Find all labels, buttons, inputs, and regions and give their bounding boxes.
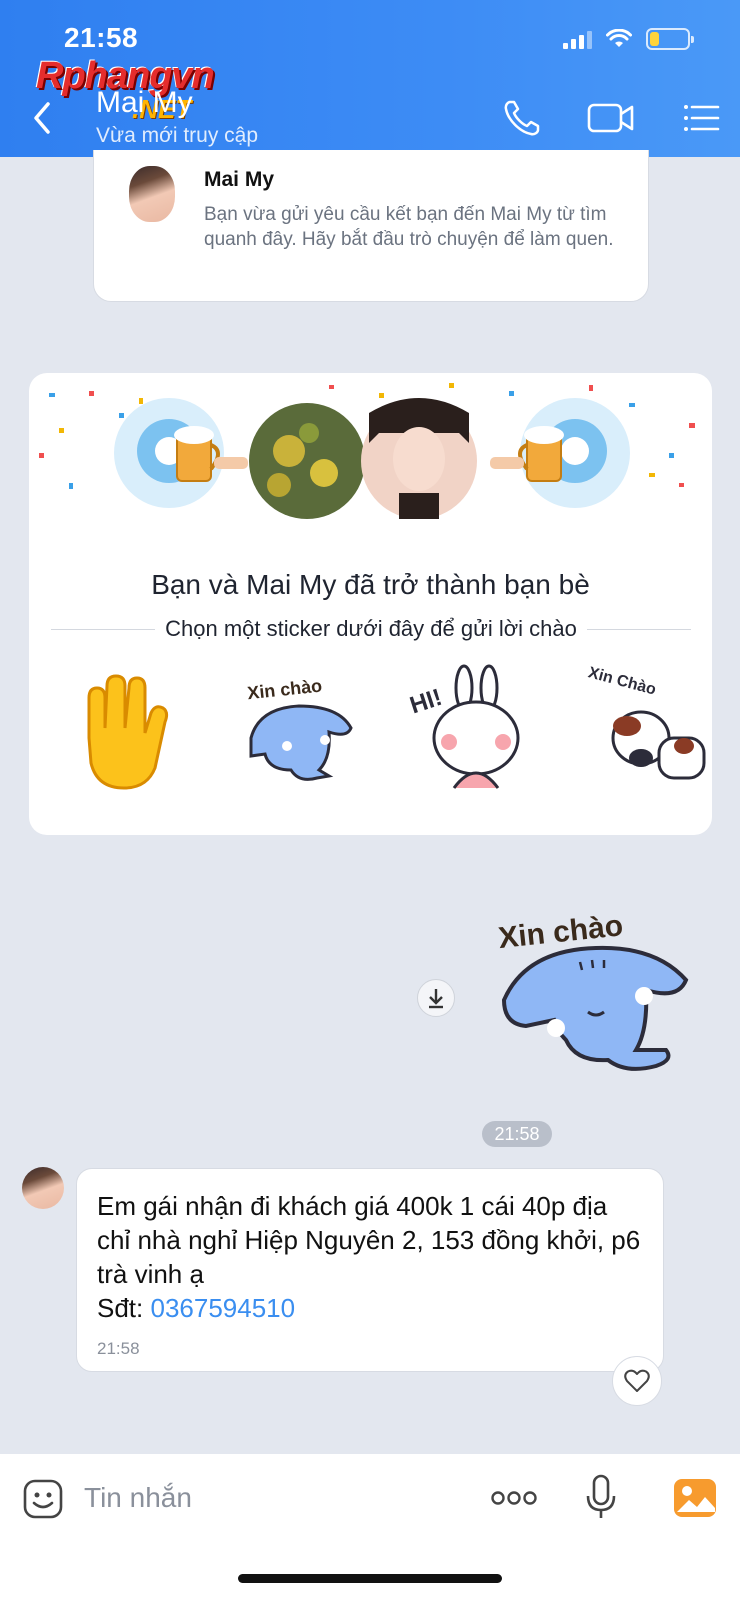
avatar[interactable] bbox=[129, 166, 175, 222]
wifi-icon bbox=[606, 29, 632, 47]
blue-cat-sticker[interactable]: Xin chào bbox=[246, 676, 353, 781]
sender-avatar[interactable] bbox=[22, 1167, 64, 1209]
sticker-picker: Xin chào HI! Xin Chào bbox=[87, 664, 706, 790]
request-name: Mai My bbox=[204, 168, 275, 191]
status-time: 21:58 bbox=[64, 22, 139, 53]
status-icons bbox=[563, 28, 694, 50]
svg-text:HI!: HI! bbox=[407, 684, 446, 720]
svg-text:Xin chào: Xin chào bbox=[246, 676, 323, 704]
dog-sticker[interactable]: Xin Chào bbox=[586, 664, 706, 780]
home-indicator bbox=[238, 1574, 502, 1583]
message-input-bar bbox=[0, 1454, 740, 1600]
download-button[interactable] bbox=[417, 979, 455, 1017]
chat-header: 21:58 Rphangvn .NET Mai My Vừa mới truy … bbox=[0, 0, 740, 157]
request-text: Bạn vừa gửi yêu cầu kết bạn đến Mai My t… bbox=[204, 204, 614, 250]
menu-icon[interactable] bbox=[680, 96, 724, 140]
svg-text:Xin Chào: Xin Chào bbox=[586, 664, 658, 698]
microphone-icon[interactable] bbox=[586, 1474, 616, 1520]
download-icon bbox=[429, 989, 443, 1009]
message-time: 21:58 bbox=[97, 1339, 140, 1358]
friend-request-card: Mai My Bạn vừa gửi yêu cầu kết bạn đến M… bbox=[93, 150, 649, 302]
heart-icon bbox=[624, 1369, 650, 1392]
friends-title: Bạn và Mai My đã trở thành bạn bè bbox=[151, 569, 590, 600]
bunny-hi-sticker[interactable]: HI! bbox=[407, 664, 520, 789]
phone-label: Sđt: bbox=[97, 1293, 151, 1323]
photo-gallery-icon[interactable] bbox=[673, 1478, 717, 1518]
sent-sticker[interactable]: Xin chào bbox=[496, 900, 716, 1100]
subtitle-divider: Chọn một sticker dưới đây để gửi lời chà… bbox=[51, 616, 691, 642]
celebration-banner bbox=[39, 383, 695, 519]
message-text: Em gái nhận đi khách giá 400k 1 cái 40p … bbox=[97, 1189, 647, 1325]
time-divider: 21:58 bbox=[482, 1121, 552, 1147]
message-input[interactable] bbox=[84, 1476, 464, 1520]
contact-status: Vừa mới truy cập bbox=[96, 124, 259, 147]
message-bubble[interactable]: Em gái nhận đi khách giá 400k 1 cái 40p … bbox=[76, 1168, 664, 1372]
phone-icon[interactable] bbox=[500, 96, 544, 140]
phone-link[interactable]: 0367594510 bbox=[150, 1293, 295, 1323]
sticker-emoji-icon[interactable] bbox=[22, 1478, 64, 1520]
message-body: Em gái nhận đi khách giá 400k 1 cái 40p … bbox=[97, 1191, 641, 1289]
back-arrow-icon[interactable] bbox=[26, 96, 60, 140]
react-button[interactable] bbox=[612, 1356, 662, 1406]
friends-card: Bạn và Mai My đã trở thành bạn bè Chọn m… bbox=[29, 373, 712, 835]
video-call-icon[interactable] bbox=[586, 96, 636, 140]
battery-icon bbox=[646, 28, 694, 50]
more-options-icon[interactable] bbox=[490, 1486, 538, 1510]
friends-subtitle: Chọn một sticker dưới đây để gửi lời chà… bbox=[165, 616, 577, 641]
signal-icon bbox=[563, 29, 592, 49]
waving-hand-sticker[interactable] bbox=[87, 674, 169, 790]
contact-name[interactable]: Mai My bbox=[96, 86, 193, 120]
